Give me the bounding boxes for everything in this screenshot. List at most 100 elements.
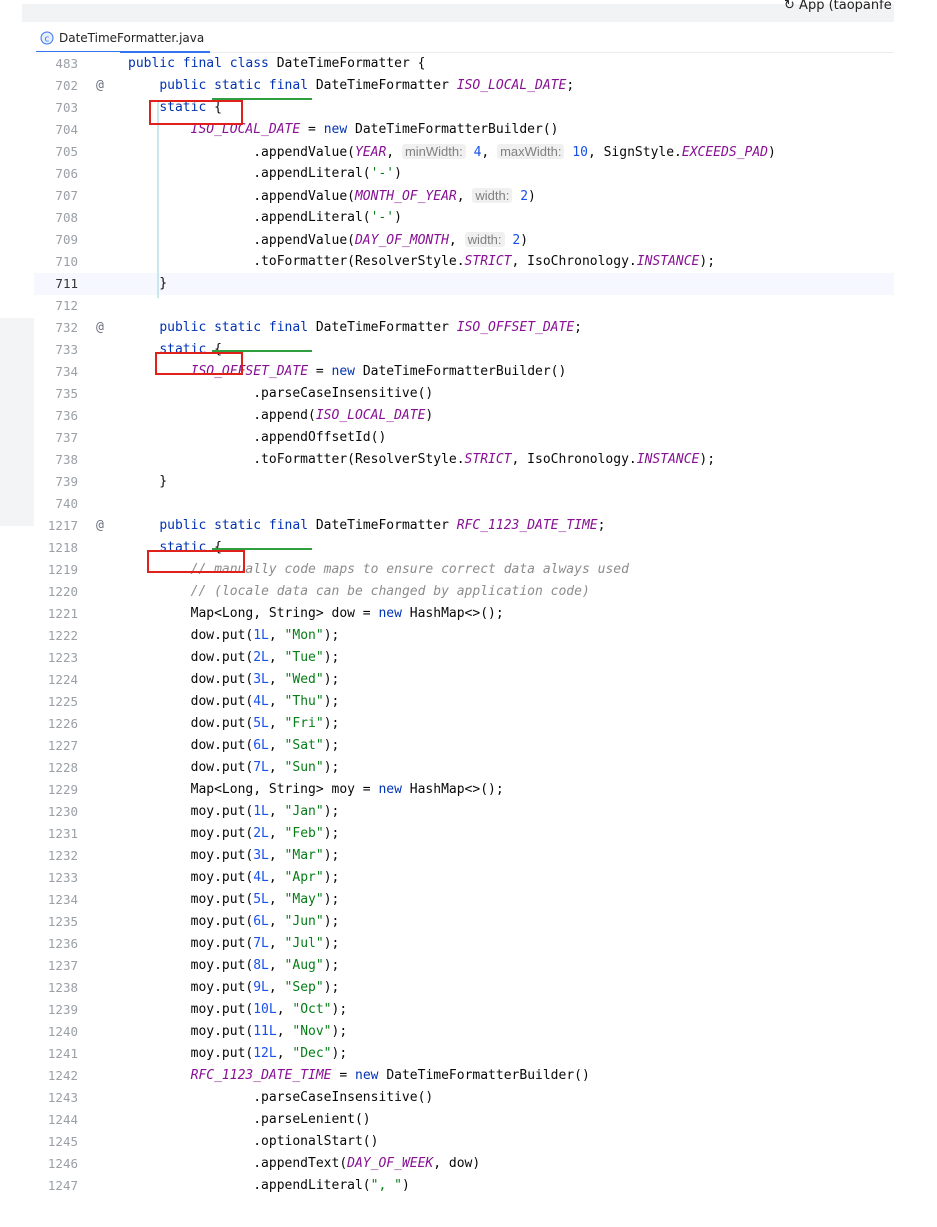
code-token: ); — [323, 958, 340, 973]
code-token: moy.put( — [128, 936, 254, 951]
code-token: new — [323, 122, 355, 137]
code-token: public static final — [159, 320, 316, 335]
code-line[interactable]: 1246 .appendText(DAY_OF_WEEK, dow) — [34, 1153, 894, 1175]
code-line[interactable]: 1227 dow.put(6L, "Sat"); — [34, 735, 894, 757]
code-token: ); — [323, 892, 340, 907]
annotation-gutter-icon[interactable]: @ — [96, 75, 104, 97]
code-line[interactable]: 708 .appendLiteral('-') — [34, 207, 894, 229]
code-line[interactable]: 1230 moy.put(1L, "Jan"); — [34, 801, 894, 823]
code-text: moy.put(5L, "May"); — [128, 889, 340, 911]
line-number: 1243 — [47, 1090, 78, 1105]
code-line[interactable]: 1245 .optionalStart() — [34, 1131, 894, 1153]
code-token: , — [268, 760, 285, 775]
code-line[interactable]: 737 .appendOffsetId() — [34, 427, 894, 449]
code-token: moy.put( — [128, 1046, 254, 1061]
code-line[interactable]: 1247 .appendLiteral(", ") — [34, 1175, 894, 1197]
code-token: new — [331, 364, 363, 379]
code-line[interactable]: 1234 moy.put(5L, "May"); — [34, 889, 894, 911]
code-text: dow.put(6L, "Sat"); — [128, 735, 340, 757]
code-text: .appendLiteral('-') — [128, 163, 402, 185]
code-token: "Wed" — [284, 672, 324, 687]
code-line[interactable]: 739 } — [34, 471, 894, 493]
code-line[interactable]: 1243 .parseCaseInsensitive() — [34, 1087, 894, 1109]
code-line[interactable]: 706 .appendLiteral('-') — [34, 163, 894, 185]
code-line[interactable]: 1240 moy.put(11L, "Nov"); — [34, 1021, 894, 1043]
code-line[interactable]: 1226 dow.put(5L, "Fri"); — [34, 713, 894, 735]
code-token: ) — [394, 210, 402, 225]
code-token: , IsoChronology. — [511, 254, 637, 269]
code-line[interactable]: 1239 moy.put(10L, "Oct"); — [34, 999, 894, 1021]
code-line[interactable]: 1232 moy.put(3L, "Mar"); — [34, 845, 894, 867]
annotation-gutter-icon[interactable]: @ — [96, 317, 104, 339]
code-line[interactable]: 709 .appendValue(DAY_OF_MONTH, width: 2) — [34, 229, 894, 251]
code-token: "Thu" — [284, 694, 324, 709]
code-line[interactable]: 483 public final class DateTimeFormatter … — [34, 53, 894, 75]
line-number: 1225 — [47, 694, 78, 709]
code-line[interactable]: 1233 moy.put(4L, "Apr"); — [34, 867, 894, 889]
code-token: MONTH_OF_YEAR — [354, 189, 457, 204]
code-token: new — [378, 606, 410, 621]
code-text: moy.put(11L, "Nov"); — [128, 1021, 348, 1043]
line-number: 1228 — [47, 760, 78, 775]
code-line[interactable]: 702 @ public static final DateTimeFormatt… — [34, 75, 894, 97]
code-text: // (locale data can be changed by applic… — [128, 581, 590, 603]
code-line[interactable]: 1241 moy.put(12L, "Dec"); — [34, 1043, 894, 1065]
code-text: Map<Long, String> dow = new HashMap<>(); — [128, 603, 504, 625]
line-number: 705 — [55, 144, 78, 159]
code-line[interactable]: 1244 .parseLenient() — [34, 1109, 894, 1131]
code-token: "Tue" — [284, 650, 324, 665]
code-token: , — [268, 914, 285, 929]
code-token: .append( — [128, 408, 316, 423]
code-line[interactable]: 710 .toFormatter(ResolverStyle.STRICT, I… — [34, 251, 894, 273]
code-line[interactable]: 1223 dow.put(2L, "Tue"); — [34, 647, 894, 669]
code-token: .appendValue( — [128, 189, 355, 204]
code-token: ISO_OFFSET_DATE — [456, 320, 575, 335]
code-line[interactable]: 1236 moy.put(7L, "Jul"); — [34, 933, 894, 955]
code-line[interactable]: 1224 dow.put(3L, "Wed"); — [34, 669, 894, 691]
code-text: dow.put(4L, "Thu"); — [128, 691, 340, 713]
code-line[interactable]: 1237 moy.put(8L, "Aug"); — [34, 955, 894, 977]
code-token: ); — [331, 1046, 348, 1061]
code-token: moy.put( — [128, 826, 254, 841]
code-line[interactable]: 712 — [34, 295, 894, 317]
project-indicator[interactable]: ↻ App (taopanfe — [784, 0, 892, 13]
code-text: dow.put(1L, "Mon"); — [128, 625, 340, 647]
code-token: 4L — [253, 870, 269, 885]
code-line[interactable]: 1217 @ public static final DateTimeFormat… — [34, 515, 894, 537]
code-line[interactable]: 1235 moy.put(6L, "Jun"); — [34, 911, 894, 933]
code-line[interactable]: 1222 dow.put(1L, "Mon"); — [34, 625, 894, 647]
annotation-gutter-icon[interactable]: @ — [96, 515, 104, 537]
code-line[interactable]: 705 .appendValue(YEAR, minWidth: 4, maxW… — [34, 141, 894, 163]
code-line[interactable]: 1225 dow.put(4L, "Thu"); — [34, 691, 894, 713]
code-token: .toFormatter(ResolverStyle. — [128, 254, 465, 269]
code-line[interactable]: 707 .appendValue(MONTH_OF_YEAR, width: 2… — [34, 185, 894, 207]
code-token: ; — [574, 320, 582, 335]
line-number: 1237 — [47, 958, 78, 973]
code-line[interactable]: 1228 dow.put(7L, "Sun"); — [34, 757, 894, 779]
code-line[interactable]: 1231 moy.put(2L, "Feb"); — [34, 823, 894, 845]
code-line[interactable]: 732 @ public static final DateTimeFormatt… — [34, 317, 894, 339]
parameter-hint: minWidth: — [401, 144, 466, 159]
line-number: 1239 — [47, 1002, 78, 1017]
code-token: 12L — [253, 1046, 277, 1061]
tab-datetimeformatter-java[interactable]: c DateTimeFormatter.java — [36, 25, 211, 53]
code-token: ); — [323, 650, 340, 665]
code-line[interactable]: 1221 Map<Long, String> dow = new HashMap… — [34, 603, 894, 625]
code-token: "Sep" — [284, 980, 324, 995]
line-number: 1242 — [47, 1068, 78, 1083]
line-number: 732 — [55, 320, 78, 335]
code-line[interactable]: 740 — [34, 493, 894, 515]
code-token: .optionalStart() — [128, 1134, 379, 1149]
code-line[interactable]: 1229 Map<Long, String> moy = new HashMap… — [34, 779, 894, 801]
code-line[interactable]: 711 } — [34, 273, 894, 295]
parameter-hint: width: — [464, 232, 505, 247]
code-line[interactable]: 1242 RFC_1123_DATE_TIME = new DateTimeFo… — [34, 1065, 894, 1087]
code-line[interactable]: 735 .parseCaseInsensitive() — [34, 383, 894, 405]
code-line[interactable]: 1220 // (locale data can be changed by a… — [34, 581, 894, 603]
code-line[interactable]: 738 .toFormatter(ResolverStyle.STRICT, I… — [34, 449, 894, 471]
code-token: moy.put( — [128, 870, 254, 885]
code-line[interactable]: 1238 moy.put(9L, "Sep"); — [34, 977, 894, 999]
code-line[interactable]: 736 .append(ISO_LOCAL_DATE) — [34, 405, 894, 427]
